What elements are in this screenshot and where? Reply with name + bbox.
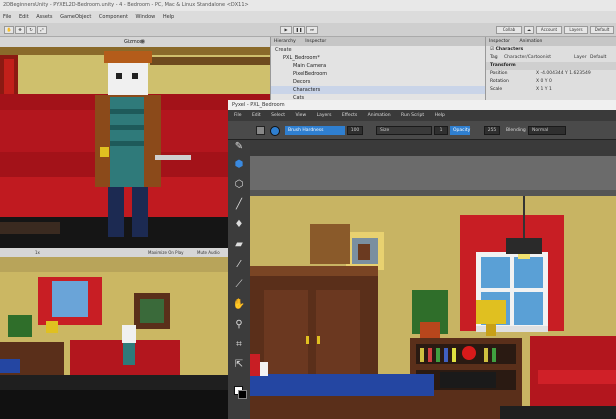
layers-dropdown[interactable]: Layers (564, 26, 588, 34)
rotate-tool-button[interactable]: ↻ (26, 26, 36, 34)
pyxel-menu-edit[interactable]: Edit (252, 113, 261, 118)
pyxel-tool-sidebar: ✎ ⬢ ⬡ ╱ ♦ ▰ ⁄ ⟋ ✋ ⚲ ⌗ ⇱ (228, 140, 250, 419)
hierarchy-create-button[interactable]: Create (271, 46, 485, 54)
hierarchy-root-scene[interactable]: PXL_Bedroom* (271, 54, 485, 62)
menu-file[interactable]: File (3, 14, 11, 20)
layout-dropdown[interactable]: Default (590, 26, 614, 34)
tag-dropdown[interactable]: Character/Cartoonist (504, 54, 551, 62)
pyxel-menu-file[interactable]: File (234, 113, 242, 118)
unity-menu-bar: File Edit Assets GameObject Component Wi… (0, 11, 616, 23)
eyedropper-icon[interactable]: ⁄ (232, 258, 246, 272)
hanging-lamp (506, 238, 542, 254)
step-button[interactable]: ⏭ (306, 26, 318, 34)
pencil-icon[interactable]: ✎ (232, 140, 246, 154)
scale-tool-button[interactable]: ⤢ (37, 26, 47, 34)
hand-icon[interactable]: ✋ (232, 298, 246, 312)
eraser-icon[interactable]: ▰ (232, 238, 246, 252)
tab-inspector-main[interactable]: Inspector (489, 39, 510, 44)
pyxel-menu-select[interactable]: Select (271, 113, 285, 118)
line-icon[interactable]: ╱ (232, 198, 246, 212)
rotation-field[interactable]: X 0 Y 0 (536, 78, 552, 86)
transform-component-header[interactable]: Transform (486, 62, 616, 70)
hex-select-icon[interactable]: ⬢ (232, 158, 246, 172)
account-button[interactable]: Account (536, 26, 562, 34)
trophy (476, 300, 506, 324)
layer-dropdown[interactable]: Default (590, 54, 606, 62)
brush-hardness-value[interactable]: 100 (347, 126, 363, 135)
pyxel-menu-view[interactable]: View (295, 113, 306, 118)
bed-blanket (250, 374, 434, 396)
inspector-tag-row: Tag Character/Cartoonist Layer Default (490, 54, 607, 62)
camera-icon[interactable]: ◉ (140, 37, 145, 47)
pyxel-menu-effects[interactable]: Effects (342, 113, 357, 118)
pyxel-menu-run-script[interactable]: Run Script (401, 113, 424, 118)
blending-label: Blending (506, 128, 526, 133)
cloud-icon[interactable]: ☁ (524, 26, 534, 34)
pyxel-tool-options: Brush Hardness 100 Size 1 Opacity 255 Bl… (228, 121, 616, 140)
hierarchy-tabbar: Hierarchy Inspector (271, 37, 485, 46)
fill-bucket-icon[interactable]: ♦ (232, 218, 246, 232)
menu-gameobject[interactable]: GameObject (60, 14, 91, 20)
unity-window-title: 2DBeginnersUnity - PYXEL2D-Bedroom.unity… (0, 0, 616, 11)
pyxel-menu-bar: File Edit Select View Layers Effects Ani… (228, 110, 616, 121)
size-slider[interactable]: Size (376, 126, 432, 135)
crop-icon[interactable]: ⌗ (232, 338, 246, 352)
collab-button[interactable]: Collab (496, 26, 522, 34)
tab-hierarchy[interactable]: Hierarchy (274, 39, 296, 44)
transform-scale-row: Scale X 1 Y 1 (490, 86, 552, 94)
menu-edit[interactable]: Edit (19, 14, 29, 20)
tab-animation[interactable]: Animation (519, 39, 542, 44)
inspector-object-name: ☑ Characters (490, 47, 524, 52)
scale-value[interactable]: 1x (35, 248, 40, 257)
menu-component[interactable]: Component (99, 14, 128, 20)
menu-help[interactable]: Help (163, 14, 174, 20)
transform-icon[interactable]: ⇱ (232, 358, 246, 372)
size-value[interactable]: 1 (434, 126, 448, 135)
blending-dropdown[interactable]: Normal (528, 126, 566, 135)
tab-inspector[interactable]: Inspector (305, 39, 326, 44)
secondary-color-swatch[interactable] (238, 390, 247, 399)
brush-hardness-slider[interactable]: Brush Hardness (285, 126, 345, 135)
position-field[interactable]: X -4.004344 Y 1.623549 (536, 70, 591, 78)
hierarchy-item-selected[interactable]: Characters (271, 86, 485, 94)
menu-assets[interactable]: Assets (36, 14, 52, 20)
inspector-tabbar: Inspector Animation (486, 37, 616, 46)
scene-view[interactable] (0, 257, 230, 390)
pyxel-menu-layers[interactable]: Layers (317, 113, 332, 118)
pyxel-window-title: Pyxel - PXL_Bedroom (228, 100, 616, 110)
pyxel-menu-animation[interactable]: Animation (368, 113, 391, 118)
opacity-slider[interactable]: Opacity (450, 126, 482, 135)
zoom-icon[interactable]: ⚲ (232, 318, 246, 332)
play-button[interactable]: ▶ (280, 26, 292, 34)
hex-outline-icon[interactable]: ⬡ (232, 178, 246, 192)
opacity-value[interactable]: 255 (484, 126, 500, 135)
transform-position-row: Position X -4.004344 Y 1.623549 (490, 70, 591, 78)
pyxel-edit-window: Pyxel - PXL_Bedroom File Edit Select Vie… (228, 100, 616, 419)
transform-rotation-row: Rotation X 0 Y 0 (490, 78, 552, 86)
layer-label: Layer (574, 55, 587, 60)
game-view-toolbar: Gizmos ◉ (0, 37, 270, 47)
hand-tool-button[interactable]: ✋ (4, 26, 14, 34)
hierarchy-item[interactable]: Main Camera (271, 62, 485, 70)
square-brush-icon[interactable] (256, 126, 265, 135)
unity-toolbar: ✋ ✥ ↻ ⤢ ▶ ❚❚ ⏭ Collab ☁ Account Layers D… (0, 23, 616, 37)
wand-icon[interactable]: ⟋ (232, 278, 246, 292)
hierarchy-item[interactable]: Decors (271, 78, 485, 86)
pixel-canvas[interactable] (250, 140, 616, 419)
menu-window[interactable]: Window (136, 14, 156, 20)
hierarchy-panel: Hierarchy Inspector Create PXL_Bedroom* … (270, 37, 485, 101)
scale-field[interactable]: X 1 Y 1 (536, 86, 552, 94)
pyxel-menu-help[interactable]: Help (435, 113, 445, 118)
hierarchy-item[interactable]: PixelBedroom (271, 70, 485, 78)
round-brush-icon[interactable] (270, 126, 280, 136)
pause-button[interactable]: ❚❚ (293, 26, 305, 34)
maximize-on-play-toggle[interactable]: Maximize On Play (148, 248, 184, 257)
inspector-panel: Inspector Animation ☑ Characters Tag Cha… (485, 37, 616, 107)
move-tool-button[interactable]: ✥ (15, 26, 25, 34)
mute-audio-toggle[interactable]: Mute Audio (197, 248, 220, 257)
